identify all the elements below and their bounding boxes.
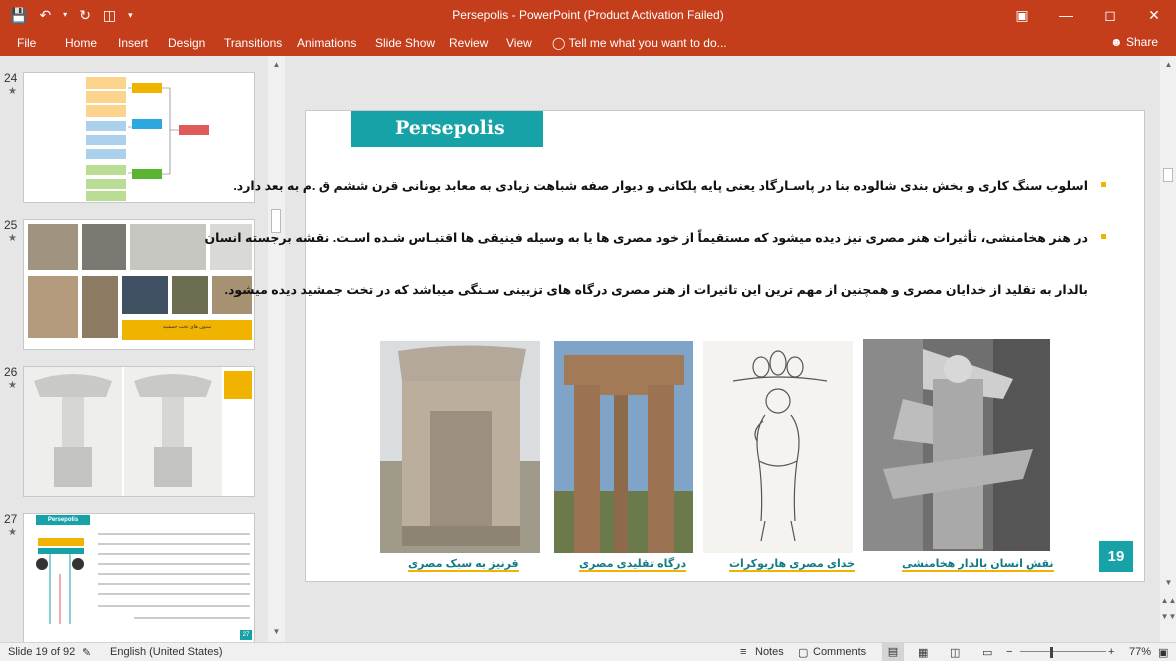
tab-insert[interactable]: Insert (118, 34, 148, 52)
lightbulb-icon: ◯ (552, 36, 566, 50)
language-indicator[interactable]: English (United States) (110, 646, 223, 658)
cornice-doorway-image (380, 341, 540, 553)
share-label: Share (1125, 35, 1158, 49)
zoom-slider-handle[interactable] (1050, 647, 1053, 658)
scroll-up-icon[interactable]: ▲ (268, 60, 285, 69)
maximize-icon[interactable]: ◻ (1088, 0, 1132, 30)
share-button[interactable]: ☻ Share (1110, 32, 1158, 52)
next-slide-icon[interactable]: ▼▼ (1160, 612, 1176, 621)
winged-figure-image (863, 339, 1050, 551)
status-bar: Slide 19 of 92 ✎ English (United States)… (0, 642, 1176, 661)
thumbnail-slide-26[interactable] (23, 366, 255, 497)
tab-review[interactable]: Review (449, 34, 488, 52)
ribbon-display-options-icon[interactable]: ▣ (1000, 0, 1044, 30)
caption-4: نقش انسان بالدار هخامنشی (902, 558, 1054, 572)
winged-figure-photo[interactable] (863, 339, 1050, 551)
person-icon: ☻ (1109, 35, 1123, 49)
thumbnail-page-number: 27 (242, 632, 250, 638)
slide-canvas[interactable]: Persepolis اسلوب سنگ کاری و بخش بندی شال… (204, 110, 1145, 582)
tab-home[interactable]: Home (65, 34, 97, 52)
zoom-slider-track[interactable] (1020, 651, 1106, 652)
caption-1: قرنیز به سبک مصری (408, 558, 519, 572)
animation-star-icon: ★ (8, 380, 17, 391)
bullet-marker (1101, 182, 1106, 187)
slide-scrollbar[interactable]: ▲ ▼ ▲▲ ▼▼ (1160, 56, 1176, 642)
thumbnail-caption: ستون های تخت جمشید (162, 324, 212, 330)
minimize-icon[interactable]: — (1044, 0, 1088, 30)
slide-title[interactable]: Persepolis (351, 111, 543, 147)
notes-icon[interactable]: ≡ (740, 646, 746, 658)
caption-3: خدای مصری هاربوکرات (729, 558, 856, 572)
tab-animations[interactable]: Animations (297, 34, 356, 52)
column-diagram-preview (36, 533, 252, 640)
slide-number-25: 25 (4, 218, 18, 232)
reading-view-icon[interactable]: ◫ (950, 646, 960, 659)
tell-me-text: Tell me what you want to do... (568, 36, 727, 50)
zoom-out-icon[interactable]: − (1006, 646, 1012, 658)
slide-page-number: 19 (1099, 541, 1133, 572)
animation-star-icon: ★ (8, 86, 17, 97)
egyptian-doorway-photo[interactable] (554, 341, 693, 553)
harpocrates-drawing[interactable] (703, 341, 853, 553)
notes-button[interactable]: Notes (755, 646, 784, 658)
title-bar: 💾 ↶ ▾ ↻ ◫ ▾ Persepolis - PowerPoint (Pro… (0, 0, 1176, 30)
slide-show-icon[interactable]: ▭ (982, 646, 992, 659)
doorway-image (554, 341, 693, 553)
capital-drawings-preview (24, 367, 252, 496)
slide-number-27: 27 (4, 512, 18, 526)
thumbnail-slide-27[interactable]: Persepolis 27 (23, 513, 255, 642)
close-icon[interactable]: ✕ (1132, 0, 1176, 30)
paragraph-1[interactable]: اسلوب سنگ کاری و بخش بندی شالوده بنا در … (233, 178, 1088, 193)
comments-button[interactable]: Comments (813, 646, 866, 658)
slide-number-26: 26 (4, 365, 18, 379)
spelling-check-icon[interactable]: ✎ (82, 646, 91, 659)
scrollbar-thumb[interactable] (1163, 168, 1173, 182)
egyptian-cornice-photo[interactable] (380, 341, 540, 553)
previous-slide-icon[interactable]: ▲▲ (1160, 596, 1176, 605)
caption-2: درگاه تقلیدی مصری (579, 558, 687, 572)
slide-number-24: 24 (4, 71, 18, 85)
paragraph-2-line-2[interactable]: بالدار به تقلید از خدایان مصری و همچنین … (225, 282, 1088, 297)
animation-star-icon: ★ (8, 233, 17, 244)
scroll-up-icon[interactable]: ▲ (1160, 60, 1176, 69)
paragraph-2-line-1[interactable]: در هنر هخامنشی، تأثیرات هنر مصری نیز دید… (204, 230, 1088, 245)
zoom-level[interactable]: 77% (1129, 646, 1151, 658)
slide-sorter-icon[interactable]: ▦ (918, 646, 928, 659)
thumbnail-slide-24[interactable] (23, 72, 255, 203)
thumbnail-scrollbar[interactable]: ▲ ▼ (268, 56, 285, 642)
slide-counter: Slide 19 of 92 (8, 646, 76, 658)
comments-icon[interactable]: ▢ (798, 646, 808, 659)
animation-star-icon: ★ (8, 527, 17, 538)
zoom-in-icon[interactable]: + (1108, 646, 1114, 658)
scroll-down-icon[interactable]: ▼ (268, 627, 285, 636)
ribbon-tabs: File Home Insert Design Transitions Anim… (0, 30, 1176, 56)
tab-file[interactable]: File (17, 34, 36, 52)
normal-view-icon[interactable]: ▤ (882, 643, 904, 661)
fit-to-window-icon[interactable]: ▣ (1158, 646, 1168, 659)
scroll-down-icon[interactable]: ▼ (1160, 578, 1176, 587)
bullet-marker (1101, 234, 1106, 239)
harpocrates-image (703, 341, 853, 553)
tab-design[interactable]: Design (168, 34, 205, 52)
tab-view[interactable]: View (506, 34, 532, 52)
window-controls: ▣ — ◻ ✕ (1000, 0, 1176, 30)
slide-thumbnail-pane: 24 ★ 25 ★ ستون های تخت جمشید 26 ★ 27 ★ P… (0, 56, 285, 642)
tell-me-box[interactable]: ◯ Tell me what you want to do... (552, 34, 727, 52)
tab-transitions[interactable]: Transitions (224, 34, 282, 52)
mindmap-preview (86, 77, 209, 201)
tab-slide-show[interactable]: Slide Show (375, 34, 435, 52)
